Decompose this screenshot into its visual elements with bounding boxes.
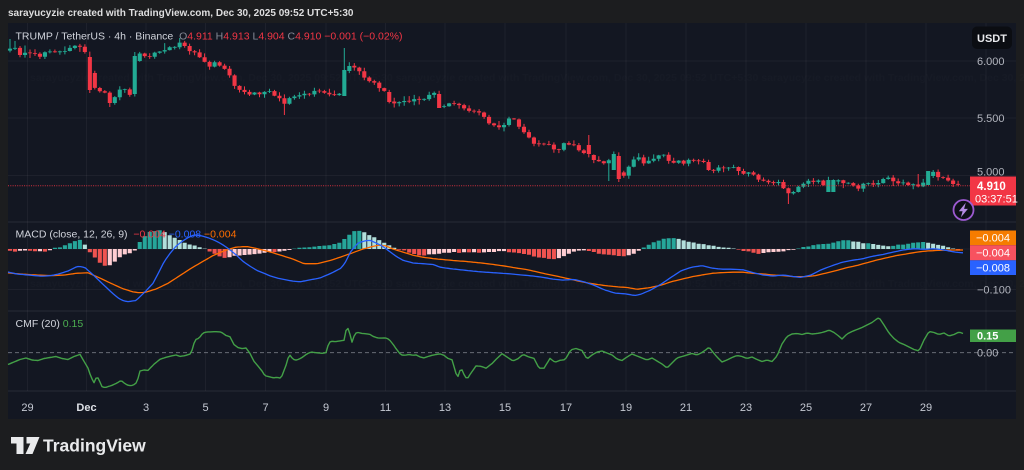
svg-text:29: 29 (21, 402, 33, 414)
svg-text:−0.008: −0.008 (976, 263, 1010, 275)
svg-text:Dec: Dec (76, 402, 96, 414)
svg-text:sarayucyzie created with Tradi: sarayucyzie created with TradingView.com… (8, 8, 354, 19)
svg-text:27: 27 (860, 402, 872, 414)
svg-text:−0.004: −0.004 (976, 233, 1010, 245)
svg-text:13: 13 (439, 402, 451, 414)
svg-text:6.000: 6.000 (977, 56, 1005, 68)
svg-text:15: 15 (499, 402, 511, 414)
svg-text:−0.100: −0.100 (977, 285, 1011, 297)
svg-text:TRUMP / TetherUS · 4h · Binanc: TRUMP / TetherUS · 4h · Binance O4.911 H… (16, 31, 403, 43)
svg-text:21: 21 (680, 402, 692, 414)
svg-text:MACD (close, 12, 26, 9) −0.00: MACD (close, 12, 26, 9) −0.004 −0.008 −0… (16, 229, 237, 241)
svg-text:3: 3 (143, 402, 149, 414)
svg-text:0.15: 0.15 (977, 331, 998, 343)
svg-text:03:37:51: 03:37:51 (975, 194, 1018, 206)
svg-text:11: 11 (380, 402, 391, 414)
svg-text:17: 17 (560, 402, 572, 414)
svg-text:23: 23 (740, 402, 752, 414)
svg-text:5.500: 5.500 (977, 113, 1005, 125)
svg-text:25: 25 (800, 402, 812, 414)
svg-text:29: 29 (920, 402, 932, 414)
svg-text:19: 19 (620, 402, 632, 414)
svg-text:TradingView: TradingView (43, 436, 146, 456)
svg-text:sarayucyzie created with Tradi: sarayucyzie created with TradingView.com… (30, 278, 1024, 290)
svg-text:sarayucyzie created with Tradi: sarayucyzie created with TradingView.com… (30, 72, 1024, 84)
svg-text:−0.004: −0.004 (976, 248, 1010, 260)
svg-text:4.910: 4.910 (977, 181, 1006, 193)
svg-text:CMF (20) 0.15: CMF (20) 0.15 (16, 318, 84, 330)
svg-text:7: 7 (262, 402, 268, 414)
svg-text:9: 9 (323, 402, 329, 414)
svg-text:0.00: 0.00 (977, 348, 998, 360)
svg-text:5: 5 (202, 402, 208, 414)
svg-text:USDT: USDT (977, 33, 1007, 45)
